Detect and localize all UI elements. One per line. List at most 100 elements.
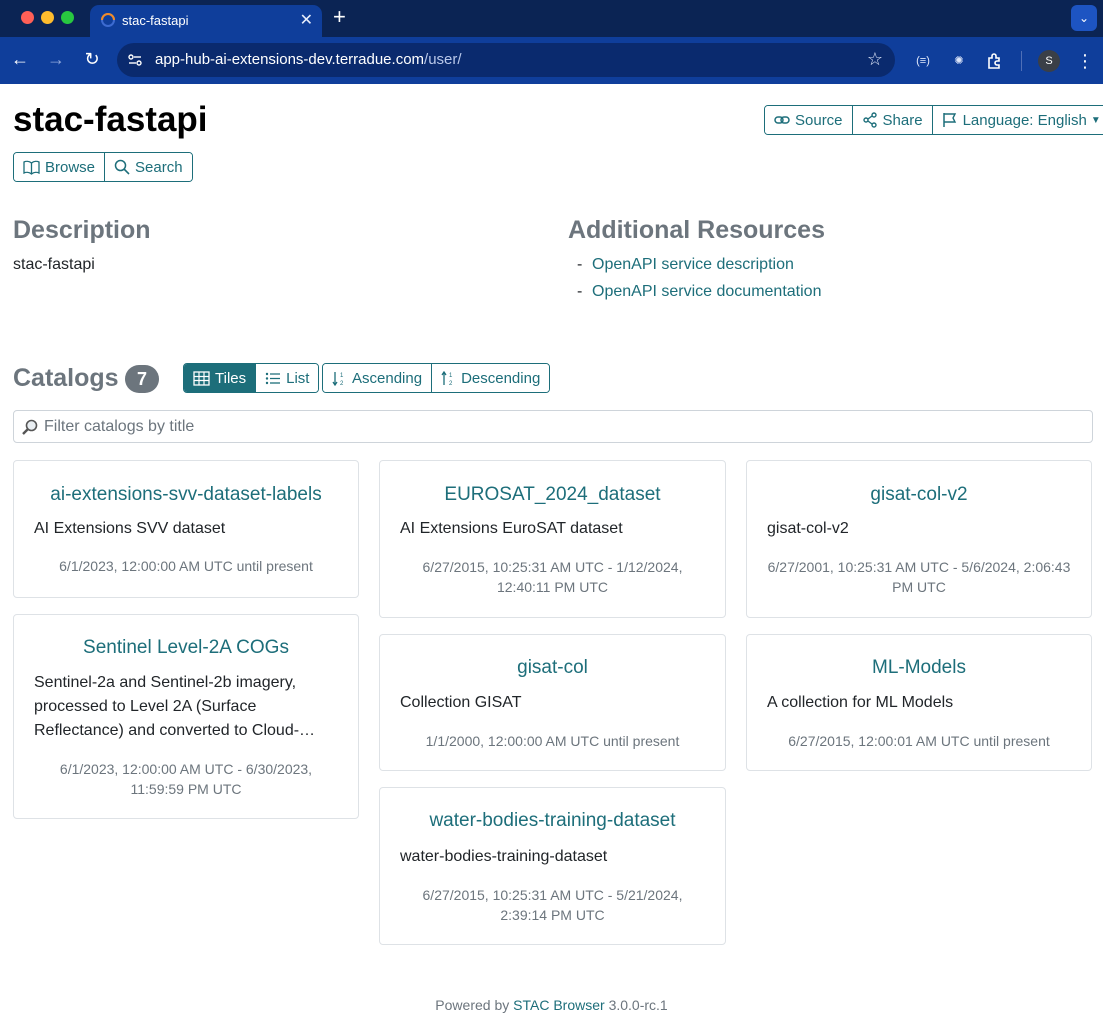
- magnifier-icon: [22, 419, 38, 435]
- ascending-label: Ascending: [352, 369, 423, 387]
- catalog-title-link[interactable]: gisat-col: [380, 657, 725, 679]
- catalog-card[interactable]: water-bodies-training-dataset water-bodi…: [379, 787, 726, 945]
- tab-search-icon[interactable]: ⌄: [1071, 5, 1097, 31]
- new-tab-icon[interactable]: +: [333, 5, 346, 29]
- url-host: app-hub-ai-extensions-dev.terradue.com: [155, 51, 425, 68]
- catalog-description: AI Extensions SVV dataset: [34, 520, 226, 537]
- sort-descending-icon: 12: [441, 370, 453, 386]
- site-settings-icon[interactable]: [127, 52, 143, 68]
- descending-label: Descending: [461, 369, 541, 387]
- reload-icon[interactable]: ↻: [80, 47, 104, 71]
- view-toggle: Tiles List: [183, 363, 320, 393]
- address-bar[interactable]: app-hub-ai-extensions-dev.terradue.com/u…: [117, 43, 895, 77]
- catalog-card[interactable]: gisat-col Collection GISAT 1/1/2000, 12:…: [379, 634, 726, 771]
- window-close-button[interactable]: [21, 11, 34, 24]
- search-icon: [114, 159, 130, 175]
- openapi-description-link[interactable]: OpenAPI service description: [592, 256, 794, 283]
- catalog-temporal-extent: 6/27/2015, 10:25:31 AM UTC - 5/21/2024, …: [422, 887, 683, 923]
- catalog-count-badge: 7: [125, 365, 159, 393]
- resources-heading: Additional Resources: [568, 216, 825, 244]
- catalog-title-link[interactable]: EUROSAT_2024_dataset: [380, 484, 725, 506]
- nav-actions: Browse Search: [13, 152, 193, 182]
- catalogs-heading: Catalogs: [13, 364, 119, 392]
- stac-browser-link[interactable]: STAC Browser: [513, 997, 605, 1013]
- list-dash: -: [577, 256, 583, 273]
- url-path: /user/: [424, 51, 462, 68]
- catalog-description: Sentinel-2a and Sentinel-2b imagery, pro…: [34, 674, 316, 739]
- share-button[interactable]: Share: [851, 106, 932, 134]
- url-text[interactable]: app-hub-ai-extensions-dev.terradue.com/u…: [155, 51, 462, 68]
- list-label: List: [286, 369, 310, 387]
- description-heading: Description: [13, 216, 151, 244]
- tab-close-icon[interactable]: ✕: [300, 10, 313, 30]
- filter-input[interactable]: [44, 411, 1084, 442]
- share-icon: [862, 112, 877, 128]
- header-actions: Source Share Language: English ▼: [764, 105, 1103, 135]
- bookmark-star-icon[interactable]: ☆: [867, 49, 883, 70]
- flag-icon: [942, 113, 956, 127]
- catalog-card[interactable]: ML-Models A collection for ML Models 6/2…: [746, 634, 1092, 771]
- catalog-temporal-extent: 6/1/2023, 12:00:00 AM UTC - 6/30/2023, 1…: [59, 761, 313, 797]
- catalog-temporal-extent: 6/27/2015, 10:25:31 AM UTC - 1/12/2024, …: [422, 559, 683, 595]
- catalog-title-link[interactable]: gisat-col-v2: [747, 484, 1091, 506]
- back-arrow-icon[interactable]: ←: [8, 47, 32, 71]
- search-label: Search: [135, 158, 183, 176]
- extension-icon[interactable]: (≡): [912, 50, 934, 72]
- catalog-card[interactable]: ai-extensions-svv-dataset-labels AI Exte…: [13, 460, 359, 598]
- svg-text:2: 2: [449, 381, 453, 386]
- catalog-card[interactable]: EUROSAT_2024_dataset AI Extensions EuroS…: [379, 460, 726, 618]
- svg-text:2: 2: [340, 381, 344, 386]
- catalog-description: gisat-col-v2: [767, 520, 849, 537]
- profile-avatar[interactable]: S: [1038, 50, 1060, 72]
- tiles-label: Tiles: [215, 369, 247, 387]
- catalog-description: Collection GISAT: [400, 694, 522, 711]
- tab-title: stac-fastapi: [122, 13, 189, 28]
- footer: Powered by STAC Browser 3.0.0-rc.1: [0, 997, 1103, 1013]
- catalog-title-link[interactable]: Sentinel Level-2A COGs: [14, 637, 358, 659]
- extensions-puzzle-icon[interactable]: [984, 50, 1006, 72]
- sort-ascending-icon: 12: [332, 371, 344, 386]
- browser-toolbar: ← → ↻ app-hub-ai-extensions-dev.terradue…: [0, 37, 1103, 84]
- catalog-title-link[interactable]: ML-Models: [747, 657, 1091, 679]
- share-label: Share: [882, 111, 923, 129]
- window-minimize-button[interactable]: [41, 11, 54, 24]
- footer-version: 3.0.0-rc.1: [608, 997, 668, 1013]
- sort-toggle: 12 Ascending 12 Descending: [322, 363, 551, 393]
- forward-arrow-icon[interactable]: →: [44, 47, 68, 71]
- catalog-temporal-extent: 6/27/2001, 10:25:31 AM UTC - 5/6/2024, 2…: [767, 559, 1071, 595]
- page-title: stac-fastapi: [13, 100, 208, 139]
- tiles-view-button[interactable]: Tiles: [184, 364, 256, 392]
- window-maximize-button[interactable]: [61, 11, 74, 24]
- catalog-title-link[interactable]: ai-extensions-svv-dataset-labels: [14, 484, 358, 506]
- book-icon: [23, 160, 40, 175]
- resources-list: - OpenAPI service description - OpenAPI …: [577, 256, 821, 310]
- catalog-temporal-extent: 6/1/2023, 12:00:00 AM UTC until present: [59, 558, 313, 574]
- sort-descending-button[interactable]: 12 Descending: [431, 364, 550, 392]
- openapi-documentation-link[interactable]: OpenAPI service documentation: [592, 283, 821, 310]
- language-dropdown[interactable]: Language: English ▼: [931, 106, 1103, 134]
- browser-tab[interactable]: stac-fastapi ✕: [90, 5, 322, 37]
- link-icon: [774, 116, 790, 124]
- catalog-card[interactable]: gisat-col-v2 gisat-col-v2 6/27/2001, 10:…: [746, 460, 1092, 618]
- list-view-button[interactable]: List: [255, 364, 319, 392]
- catalog-title-link[interactable]: water-bodies-training-dataset: [380, 810, 725, 832]
- svg-text:1: 1: [340, 373, 344, 379]
- catalog-card[interactable]: Sentinel Level-2A COGs Sentinel-2a and S…: [13, 614, 359, 819]
- list-dash: -: [577, 283, 583, 300]
- grid-icon: [193, 370, 210, 386]
- source-button[interactable]: Source: [765, 106, 852, 134]
- browser-menu-icon[interactable]: ⋮: [1076, 49, 1094, 73]
- list-item: - OpenAPI service documentation: [577, 283, 821, 310]
- svg-text:1: 1: [449, 373, 453, 379]
- extension-gear-icon[interactable]: ✺: [948, 50, 970, 72]
- sort-ascending-button[interactable]: 12 Ascending: [323, 364, 432, 392]
- browse-button[interactable]: Browse: [14, 153, 105, 181]
- search-button[interactable]: Search: [104, 153, 192, 181]
- browser-tab-bar: stac-fastapi ✕ + ⌄: [0, 0, 1103, 37]
- catalog-description: water-bodies-training-dataset: [400, 848, 608, 865]
- catalog-description: A collection for ML Models: [767, 694, 954, 711]
- browse-label: Browse: [45, 158, 96, 176]
- source-label: Source: [795, 111, 843, 129]
- catalog-temporal-extent: 6/27/2015, 12:00:01 AM UTC until present: [788, 733, 1050, 749]
- footer-prefix: Powered by: [435, 997, 510, 1013]
